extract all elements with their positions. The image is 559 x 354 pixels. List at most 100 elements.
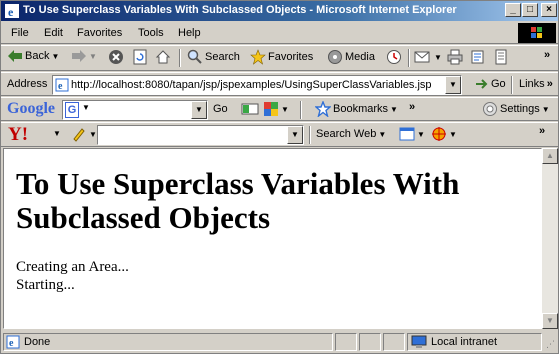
toolbar-separator xyxy=(179,49,181,67)
resize-grip-icon[interactable]: ⋰ xyxy=(546,339,555,350)
google-pagerank-button[interactable] xyxy=(241,101,259,117)
yahoo-toolbar: Y! ▼ ▼ ▼ Search Web ▼ ▼ ▼ » xyxy=(1,122,558,147)
search-icon xyxy=(187,49,202,64)
toolbar-chevron-icon[interactable]: » xyxy=(544,49,550,61)
history-icon xyxy=(387,50,401,64)
google-search-dropdown[interactable]: ▼ xyxy=(191,101,207,119)
menu-file[interactable]: File xyxy=(11,27,29,39)
window-icon xyxy=(399,127,415,141)
svg-text:e: e xyxy=(8,5,14,19)
svg-text:e: e xyxy=(9,338,14,349)
menu-tools[interactable]: Tools xyxy=(138,27,164,39)
yahoo-search-dropdown[interactable]: ▼ xyxy=(287,126,303,144)
google-toolbar: Google G ▼ ▼ Go ▼ Bookmarks ▼ » Settings… xyxy=(1,97,558,121)
toolbar-separator xyxy=(408,49,410,67)
google-g-icon: G xyxy=(65,102,79,118)
menu-favorites[interactable]: Favorites xyxy=(77,27,122,39)
edit-page-icon xyxy=(471,50,484,64)
forward-button[interactable]: ▼ xyxy=(71,49,97,63)
go-label: Go xyxy=(491,78,506,90)
address-dropdown-button[interactable]: ▼ xyxy=(445,76,461,94)
yahoo-antispy-button[interactable]: ▼ xyxy=(431,126,457,142)
history-button[interactable] xyxy=(386,49,402,65)
search-web-label: Search Web xyxy=(316,128,377,140)
page-done-icon: e xyxy=(6,335,20,349)
standard-toolbar: Back ▼ ▼ Search Favorites Media ▼ » xyxy=(1,45,558,71)
scroll-down-button[interactable]: ▼ xyxy=(542,313,558,329)
search-web-button[interactable]: Search Web ▼ xyxy=(316,128,386,140)
discuss-button[interactable] xyxy=(493,49,509,65)
title-bar[interactable]: e To Use Superclass Variables With Subcl… xyxy=(1,1,558,21)
popup-blocker-icon xyxy=(264,102,278,116)
vertical-scrollbar[interactable]: ▲ ▼ xyxy=(542,148,558,329)
minimize-button[interactable]: _ xyxy=(505,3,521,17)
google-toolbar-chevron-icon[interactable]: » xyxy=(409,101,415,113)
forward-arrow-icon xyxy=(72,50,86,62)
google-popup-blocker-button[interactable]: ▼ xyxy=(263,101,289,117)
edit-button[interactable] xyxy=(470,49,486,65)
crosshair-icon xyxy=(432,127,446,141)
back-button[interactable]: Back ▼ xyxy=(7,49,59,63)
discuss-icon xyxy=(495,49,507,65)
search-button[interactable]: Search xyxy=(187,49,240,65)
print-button[interactable] xyxy=(447,49,463,65)
scroll-up-button[interactable]: ▲ xyxy=(542,148,558,164)
go-arrow-icon xyxy=(476,79,488,89)
search-label: Search xyxy=(205,51,240,63)
menu-edit[interactable]: Edit xyxy=(44,27,63,39)
media-label: Media xyxy=(345,51,375,63)
google-search-input[interactable]: G ▼ ▼ xyxy=(62,100,208,120)
favorites-button[interactable]: Favorites xyxy=(250,49,313,65)
toolbar-separator xyxy=(309,126,311,144)
yahoo-window-button[interactable]: ▼ xyxy=(399,126,425,142)
google-brand: Google xyxy=(7,100,55,117)
links-button[interactable]: Links » xyxy=(519,78,553,90)
favorites-star-icon xyxy=(250,49,266,65)
intranet-icon xyxy=(411,335,427,348)
google-go-label: Go xyxy=(213,103,228,115)
bookmarks-label: Bookmarks xyxy=(333,103,389,115)
zone-panel: Local intranet xyxy=(407,333,542,351)
output-line: Creating an Area... xyxy=(16,259,129,275)
page-content: To Use Superclass Variables With Subclas… xyxy=(3,148,542,329)
yahoo-highlighter-button[interactable]: ▼ xyxy=(71,126,97,142)
bookmarks-button[interactable]: Bookmarks ▼ xyxy=(315,101,398,117)
status-panel xyxy=(335,333,357,351)
yahoo-search-input[interactable]: ▼ xyxy=(97,125,304,145)
stop-button[interactable] xyxy=(108,49,124,65)
svg-text:e: e xyxy=(58,81,63,92)
google-go-button[interactable]: Go xyxy=(213,103,228,115)
go-button[interactable]: Go xyxy=(475,78,506,90)
media-icon xyxy=(328,50,342,64)
page-icon: e xyxy=(55,78,69,92)
page-heading: To Use Superclass Variables With Subclas… xyxy=(16,166,460,235)
toolbar-separator xyxy=(300,101,302,119)
maximize-button[interactable]: □ xyxy=(522,3,538,17)
yahoo-toolbar-chevron-icon[interactable]: » xyxy=(539,125,545,137)
settings-label: Settings xyxy=(500,103,540,115)
status-panel: e Done xyxy=(3,333,333,351)
yahoo-logo: Y! xyxy=(8,124,29,145)
toolbar-separator xyxy=(511,76,513,94)
status-bar: e Done Local intranet ⋰ xyxy=(1,331,558,353)
refresh-button[interactable] xyxy=(132,49,148,65)
address-input[interactable]: e http://localhost:8080/tapan/jsp/jspexa… xyxy=(52,75,462,95)
address-label: Address xyxy=(7,78,48,90)
yahoo-logo-dropdown[interactable]: ▼ xyxy=(53,129,61,138)
windows-logo-icon xyxy=(518,23,556,43)
status-panel xyxy=(383,333,405,351)
bookmarks-star-icon xyxy=(315,101,331,117)
stop-icon xyxy=(109,50,123,64)
status-panel xyxy=(359,333,381,351)
back-arrow-icon xyxy=(8,50,22,62)
mail-button[interactable]: ▼ xyxy=(414,49,442,65)
zone-text: Local intranet xyxy=(431,336,498,348)
close-button[interactable]: × xyxy=(541,3,557,17)
settings-button[interactable]: Settings ▼ xyxy=(482,101,550,117)
media-button[interactable]: Media xyxy=(327,49,375,65)
menu-bar: File Edit Favorites Tools Help xyxy=(1,22,558,44)
window-title: To Use Superclass Variables With Subclas… xyxy=(23,4,457,16)
google-logo: Google xyxy=(7,100,55,118)
home-button[interactable] xyxy=(155,49,171,65)
menu-help[interactable]: Help xyxy=(178,27,201,39)
